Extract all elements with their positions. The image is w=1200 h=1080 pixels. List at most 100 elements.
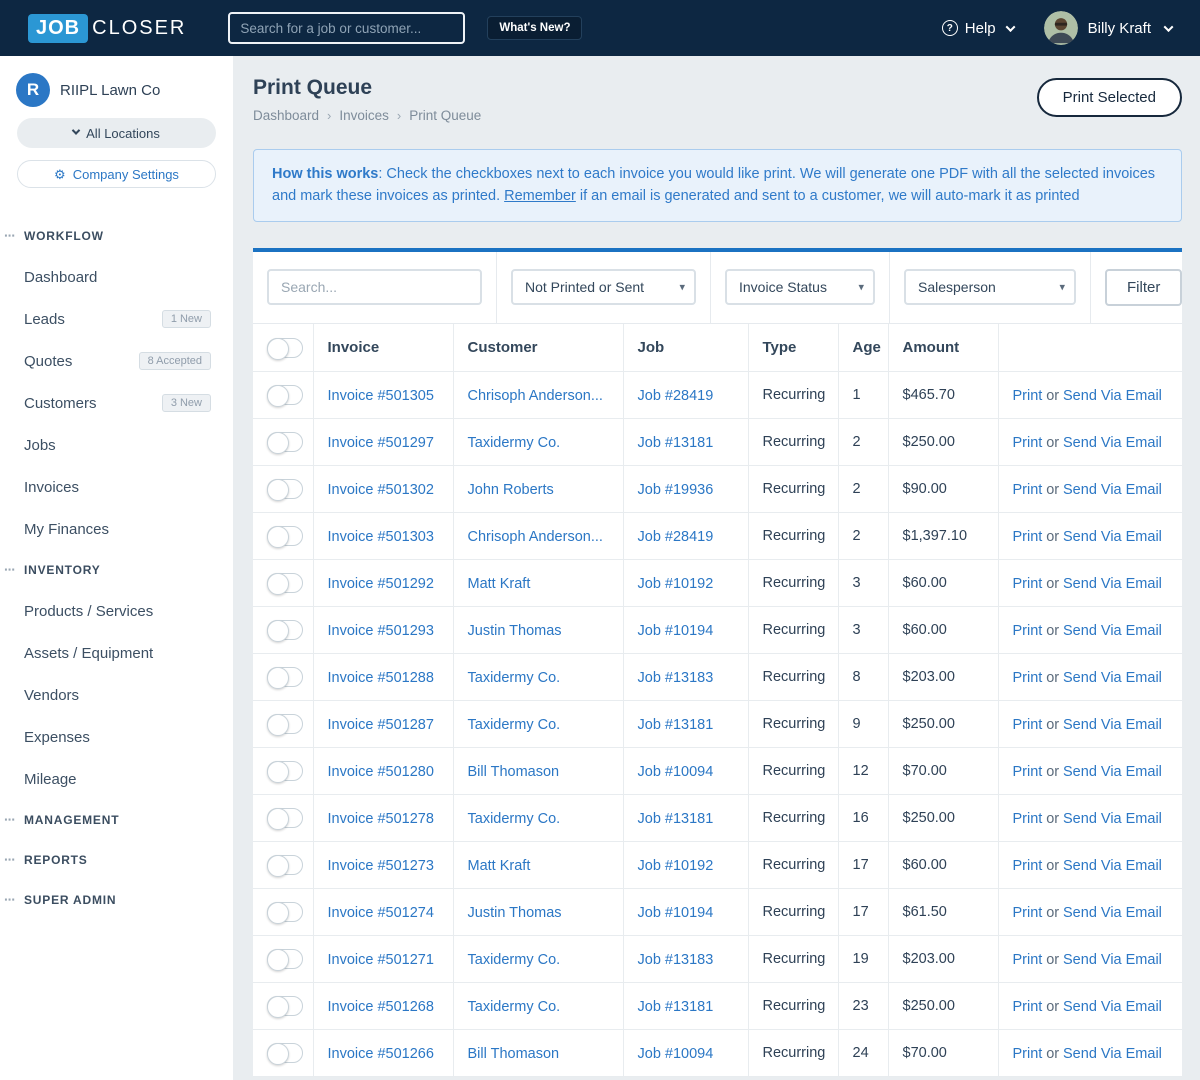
- locations-dropdown[interactable]: All Locations: [17, 118, 216, 148]
- print-link[interactable]: Print: [1013, 435, 1043, 451]
- job-link[interactable]: Job #10194: [638, 905, 714, 921]
- job-link[interactable]: Job #13181: [638, 435, 714, 451]
- print-link[interactable]: Print: [1013, 811, 1043, 827]
- job-link[interactable]: Job #13181: [638, 999, 714, 1015]
- send-email-link[interactable]: Send Via Email: [1063, 905, 1162, 921]
- sidebar-item-quotes[interactable]: Quotes 8 Accepted: [0, 340, 233, 382]
- sidebar-item-invoices[interactable]: Invoices: [0, 466, 233, 508]
- invoice-link[interactable]: Invoice #501268: [328, 999, 434, 1015]
- row-select-toggle[interactable]: [267, 761, 303, 784]
- filter-select-salesperson[interactable]: Salesperson ▾: [904, 269, 1076, 306]
- job-link[interactable]: Job #10192: [638, 858, 714, 874]
- filter-select-invoice-status[interactable]: Invoice Status ▾: [725, 269, 875, 306]
- row-select-toggle[interactable]: [267, 808, 303, 831]
- job-link[interactable]: Job #10192: [638, 576, 714, 592]
- sidebar-item-products-services[interactable]: Products / Services: [0, 590, 233, 632]
- print-link[interactable]: Print: [1013, 388, 1043, 404]
- job-link[interactable]: Job #10094: [638, 1046, 714, 1062]
- print-link[interactable]: Print: [1013, 858, 1043, 874]
- row-select-toggle[interactable]: [267, 385, 303, 408]
- job-link[interactable]: Job #13181: [638, 811, 714, 827]
- sidebar-section-inventory[interactable]: ⋯ INVENTORY: [0, 550, 233, 590]
- row-select-toggle[interactable]: [267, 620, 303, 643]
- invoice-link[interactable]: Invoice #501288: [328, 670, 434, 686]
- sidebar-item-customers[interactable]: Customers 3 New: [0, 382, 233, 424]
- send-email-link[interactable]: Send Via Email: [1063, 670, 1162, 686]
- print-selected-button[interactable]: Print Selected: [1036, 78, 1182, 117]
- job-link[interactable]: Job #13183: [638, 952, 714, 968]
- sidebar-item-mileage[interactable]: Mileage: [0, 758, 233, 800]
- invoice-link[interactable]: Invoice #501280: [328, 764, 434, 780]
- print-link[interactable]: Print: [1013, 623, 1043, 639]
- row-select-toggle[interactable]: [267, 996, 303, 1019]
- company-settings-button[interactable]: ⚙ Company Settings: [17, 160, 216, 188]
- sidebar-section-workflow[interactable]: ⋯ WORKFLOW: [0, 216, 233, 256]
- send-email-link[interactable]: Send Via Email: [1063, 999, 1162, 1015]
- select-all-toggle[interactable]: [267, 337, 303, 360]
- customer-link[interactable]: Justin Thomas: [468, 623, 562, 639]
- print-link[interactable]: Print: [1013, 529, 1043, 545]
- sidebar-item-dashboard[interactable]: Dashboard: [0, 256, 233, 298]
- job-link[interactable]: Job #10194: [638, 623, 714, 639]
- print-link[interactable]: Print: [1013, 952, 1043, 968]
- print-link[interactable]: Print: [1013, 576, 1043, 592]
- job-link[interactable]: Job #28419: [638, 388, 714, 404]
- sidebar-item-jobs[interactable]: Jobs: [0, 424, 233, 466]
- print-link[interactable]: Print: [1013, 670, 1043, 686]
- row-select-toggle[interactable]: [267, 855, 303, 878]
- customer-link[interactable]: Taxidermy Co.: [468, 717, 561, 733]
- customer-link[interactable]: Taxidermy Co.: [468, 670, 561, 686]
- invoice-link[interactable]: Invoice #501292: [328, 576, 434, 592]
- invoice-link[interactable]: Invoice #501303: [328, 529, 434, 545]
- customer-link[interactable]: Taxidermy Co.: [468, 811, 561, 827]
- send-email-link[interactable]: Send Via Email: [1063, 576, 1162, 592]
- help-menu[interactable]: ? Help: [941, 20, 1016, 37]
- user-menu[interactable]: Billy Kraft: [1043, 11, 1174, 45]
- send-email-link[interactable]: Send Via Email: [1063, 811, 1162, 827]
- invoice-link[interactable]: Invoice #501278: [328, 811, 434, 827]
- breadcrumb-item[interactable]: Invoices: [339, 108, 389, 123]
- invoice-link[interactable]: Invoice #501293: [328, 623, 434, 639]
- customer-link[interactable]: John Roberts: [468, 482, 554, 498]
- table-search-input[interactable]: [267, 269, 482, 306]
- print-link[interactable]: Print: [1013, 717, 1043, 733]
- print-link[interactable]: Print: [1013, 905, 1043, 921]
- invoice-link[interactable]: Invoice #501274: [328, 905, 434, 921]
- send-email-link[interactable]: Send Via Email: [1063, 388, 1162, 404]
- invoice-link[interactable]: Invoice #501273: [328, 858, 434, 874]
- send-email-link[interactable]: Send Via Email: [1063, 764, 1162, 780]
- sidebar-item-expenses[interactable]: Expenses: [0, 716, 233, 758]
- customer-link[interactable]: Chrisoph Anderson...: [468, 529, 603, 545]
- row-select-toggle[interactable]: [267, 479, 303, 502]
- customer-link[interactable]: Taxidermy Co.: [468, 952, 561, 968]
- invoice-link[interactable]: Invoice #501302: [328, 482, 434, 498]
- send-email-link[interactable]: Send Via Email: [1063, 1046, 1162, 1062]
- job-link[interactable]: Job #13181: [638, 717, 714, 733]
- filter-select-printed-status[interactable]: Not Printed or Sent ▾: [511, 269, 696, 306]
- send-email-link[interactable]: Send Via Email: [1063, 529, 1162, 545]
- customer-link[interactable]: Bill Thomason: [468, 764, 560, 780]
- customer-link[interactable]: Taxidermy Co.: [468, 435, 561, 451]
- row-select-toggle[interactable]: [267, 1043, 303, 1066]
- send-email-link[interactable]: Send Via Email: [1063, 623, 1162, 639]
- sidebar-item-assets-equipment[interactable]: Assets / Equipment: [0, 632, 233, 674]
- job-link[interactable]: Job #19936: [638, 482, 714, 498]
- invoice-link[interactable]: Invoice #501305: [328, 388, 434, 404]
- invoice-link[interactable]: Invoice #501271: [328, 952, 434, 968]
- customer-link[interactable]: Justin Thomas: [468, 905, 562, 921]
- customer-link[interactable]: Chrisoph Anderson...: [468, 388, 603, 404]
- print-link[interactable]: Print: [1013, 482, 1043, 498]
- sidebar-item-vendors[interactable]: Vendors: [0, 674, 233, 716]
- global-search-input[interactable]: [228, 12, 466, 44]
- row-select-toggle[interactable]: [267, 902, 303, 925]
- row-select-toggle[interactable]: [267, 432, 303, 455]
- invoice-link[interactable]: Invoice #501297: [328, 435, 434, 451]
- customer-link[interactable]: Matt Kraft: [468, 858, 531, 874]
- customer-link[interactable]: Matt Kraft: [468, 576, 531, 592]
- print-link[interactable]: Print: [1013, 764, 1043, 780]
- invoice-link[interactable]: Invoice #501287: [328, 717, 434, 733]
- job-link[interactable]: Job #13183: [638, 670, 714, 686]
- company-switcher[interactable]: R RIIPL Lawn Co: [0, 72, 233, 108]
- send-email-link[interactable]: Send Via Email: [1063, 952, 1162, 968]
- customer-link[interactable]: Taxidermy Co.: [468, 999, 561, 1015]
